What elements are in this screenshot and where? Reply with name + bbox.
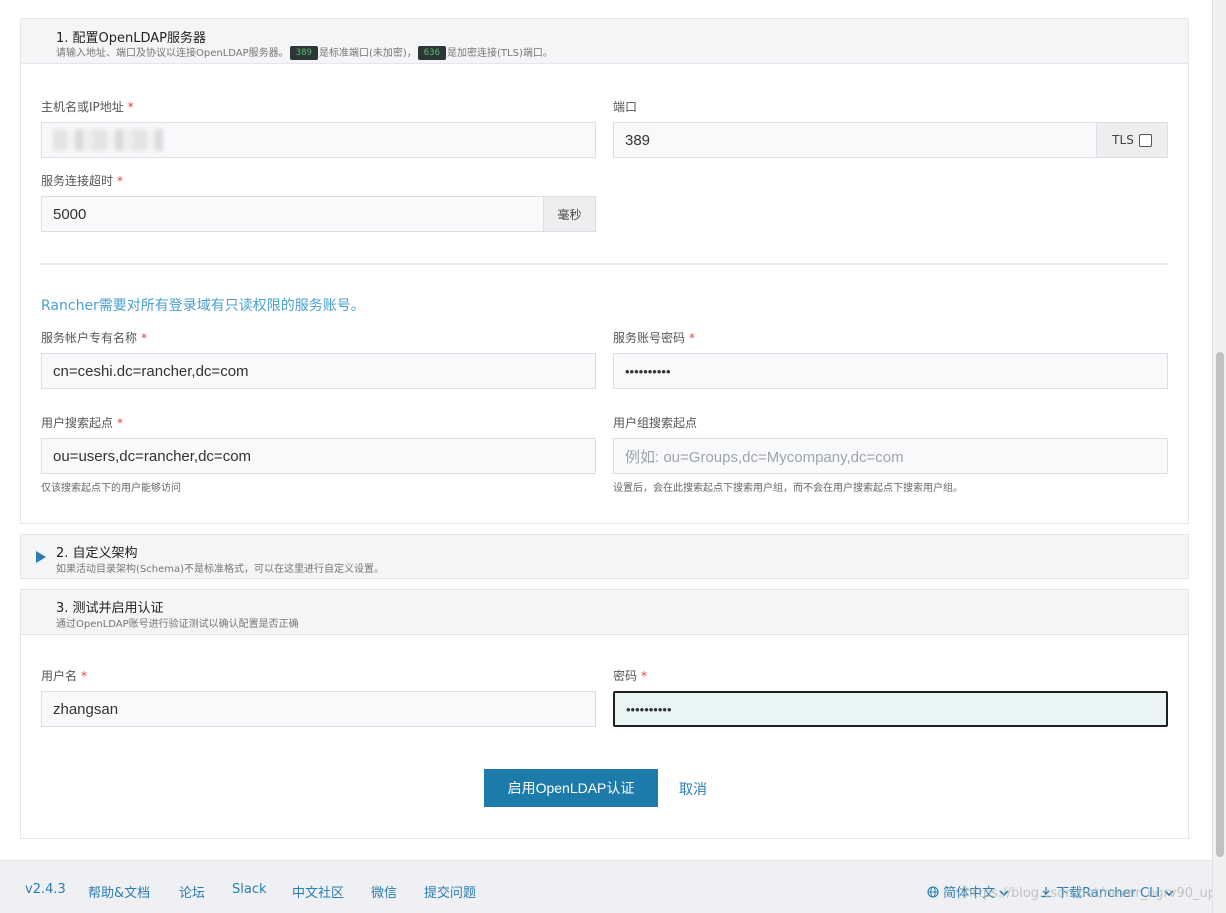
version-link[interactable]: v2.4.3 bbox=[25, 882, 66, 897]
forum-link[interactable]: 论坛 bbox=[179, 882, 205, 901]
divider bbox=[41, 263, 1168, 265]
desc-text: 请输入地址、端口及协议以连接OpenLDAP服务器。 bbox=[56, 48, 289, 59]
triangle-right-icon[interactable] bbox=[36, 551, 46, 563]
user-base-label: 用户搜索起点 * bbox=[41, 416, 124, 430]
port-input[interactable]: 389 bbox=[613, 122, 1097, 158]
help-docs-link[interactable]: 帮助&文档 bbox=[88, 882, 150, 901]
port-label: 端口 bbox=[613, 100, 638, 114]
host-input[interactable] bbox=[41, 122, 596, 158]
redacted-host bbox=[53, 129, 163, 151]
group-base-help: 设置后，会在此搜索起点下搜索用户组，而不会在用户搜索起点下搜索用户组。 bbox=[613, 483, 963, 494]
tls-checkbox[interactable] bbox=[1138, 133, 1152, 147]
port-code-636: 636 bbox=[417, 46, 447, 60]
community-link[interactable]: 中文社区 bbox=[292, 882, 344, 901]
bind-dn-label: 服务帐户专有名称 * bbox=[41, 331, 148, 345]
desc-text: 是加密连接(TLS)端口。 bbox=[447, 48, 553, 59]
tls-label: TLS bbox=[1112, 133, 1134, 147]
desc-text: 是标准端口(未加密)， bbox=[318, 48, 417, 59]
panel-header: 1. 配置OpenLDAP服务器 请输入地址、端口及协议以连接OpenLDAP服… bbox=[21, 19, 1188, 64]
globe-icon bbox=[927, 886, 939, 898]
section-description: 请输入地址、端口及协议以连接OpenLDAP服务器。 389 是标准端口(未加密)，… bbox=[56, 44, 553, 60]
password-label: 密码 * bbox=[613, 669, 648, 683]
cancel-button[interactable]: 取消 bbox=[679, 779, 707, 799]
username-input[interactable]: zhangsan bbox=[41, 691, 596, 727]
section-title[interactable]: 2. 自定义架构 bbox=[56, 542, 138, 561]
watermark: https://blog.csdn.net/never_ogrv90_up bbox=[964, 886, 1216, 901]
group-base-input[interactable]: 例如: ou=Groups,dc=Mycompany,dc=com bbox=[613, 438, 1168, 474]
panel-header: 3. 测试并启用认证 通过OpenLDAP账号进行验证测试以确认配置是否正确 bbox=[21, 590, 1188, 635]
scrollbar-thumb[interactable] bbox=[1216, 352, 1224, 857]
host-label: 主机名或IP地址 * bbox=[41, 100, 134, 114]
group-base-label: 用户组搜索起点 bbox=[613, 416, 698, 430]
section-description: 如果活动目录架构(Schema)不是标准格式，可以在这里进行自定义设置。 bbox=[56, 564, 385, 575]
port-code-389: 389 bbox=[289, 46, 318, 60]
enable-openldap-button[interactable]: 启用OpenLDAP认证 bbox=[484, 769, 658, 807]
user-base-input[interactable]: ou=users,dc=rancher,dc=com bbox=[41, 438, 596, 474]
section-title: 3. 测试并启用认证 bbox=[56, 601, 164, 616]
bind-password-input[interactable]: •••••••••• bbox=[613, 353, 1168, 389]
timeout-input[interactable]: 5000 bbox=[41, 196, 544, 232]
custom-schema-panel[interactable]: 2. 自定义架构 如果活动目录架构(Schema)不是标准格式，可以在这里进行自… bbox=[20, 534, 1189, 579]
password-input[interactable]: •••••••••• bbox=[613, 691, 1168, 727]
service-account-note: Rancher需要对所有登录域有只读权限的服务账号。 bbox=[41, 298, 365, 314]
vertical-scrollbar[interactable] bbox=[1212, 0, 1226, 913]
username-label: 用户名 * bbox=[41, 669, 88, 683]
tls-addon: TLS bbox=[1097, 122, 1168, 158]
report-issue-link[interactable]: 提交问题 bbox=[424, 882, 476, 901]
bind-dn-input[interactable]: cn=ceshi.dc=rancher,dc=com bbox=[41, 353, 596, 389]
section-description: 通过OpenLDAP账号进行验证测试以确认配置是否正确 bbox=[56, 619, 299, 630]
timeout-label: 服务连接超时 * bbox=[41, 174, 124, 188]
timeout-unit: 毫秒 bbox=[544, 196, 596, 232]
wechat-link[interactable]: 微信 bbox=[371, 882, 397, 901]
slack-link[interactable]: Slack bbox=[232, 882, 267, 897]
bind-password-label: 服务账号密码 * bbox=[613, 331, 696, 345]
user-base-help: 仅该搜索起点下的用户能够访问 bbox=[41, 483, 181, 494]
